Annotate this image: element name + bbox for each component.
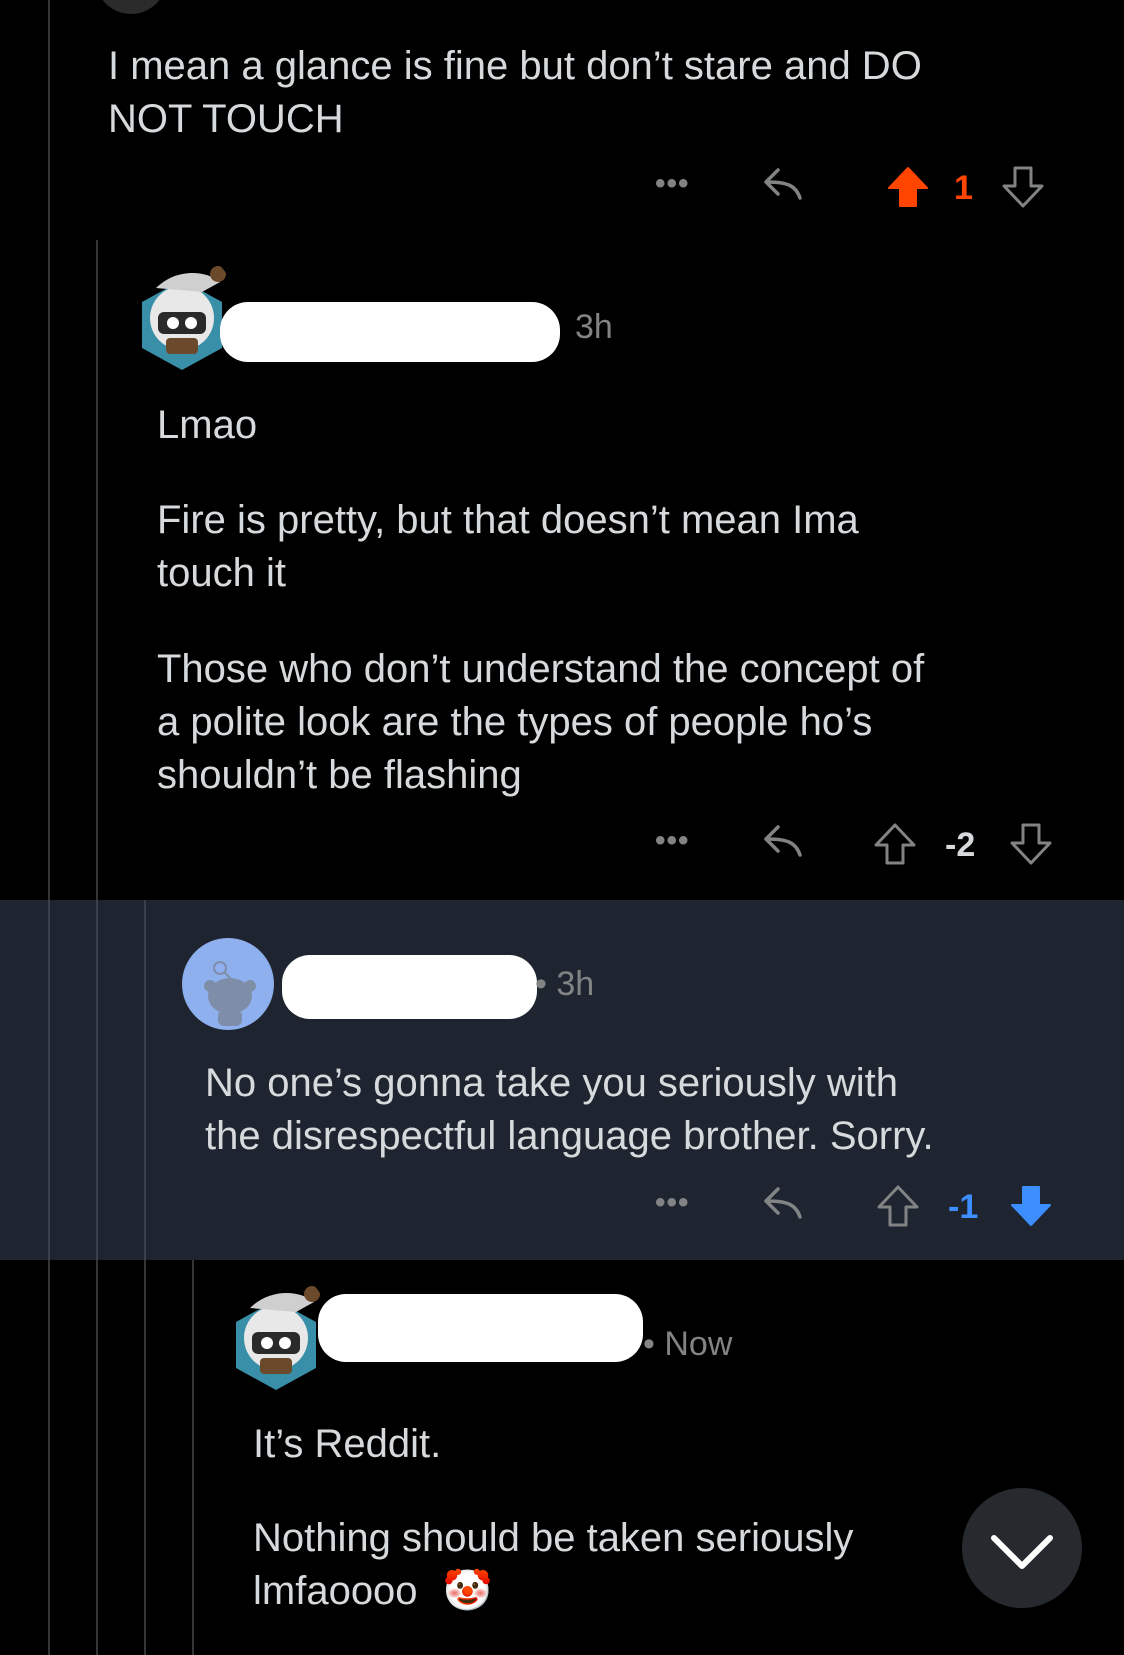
comment-body-text: lmfaoooo bbox=[253, 1569, 418, 1613]
comment-actions: ••• -1 bbox=[650, 1177, 1070, 1237]
scroll-down-button[interactable] bbox=[962, 1488, 1082, 1608]
downvote-arrow-icon[interactable] bbox=[1008, 821, 1054, 867]
upvote-arrow-icon[interactable] bbox=[872, 821, 918, 867]
redacted-username bbox=[220, 302, 560, 362]
clown-emoji: 🤡 bbox=[442, 1569, 493, 1613]
downvote-arrow-icon[interactable] bbox=[1008, 1183, 1054, 1229]
more-options-button[interactable]: ••• bbox=[655, 815, 690, 867]
snoo-avatar-icon bbox=[204, 961, 256, 1026]
vote-score: -1 bbox=[948, 1188, 979, 1226]
avatar[interactable] bbox=[182, 938, 274, 1030]
thread-line bbox=[96, 900, 98, 1260]
comment-body-line: Nothing should be taken seriously bbox=[253, 1516, 854, 1560]
thread-line bbox=[48, 900, 50, 1260]
comment-body-line: NOT TOUCH bbox=[108, 97, 344, 141]
comment-timestamp: 3h bbox=[575, 308, 613, 346]
comment-actions: ••• -2 bbox=[650, 815, 1070, 875]
reply-icon[interactable] bbox=[760, 1185, 806, 1225]
comment-body-line: touch it bbox=[157, 551, 286, 595]
comment-timestamp: • Now bbox=[643, 1325, 733, 1363]
redacted-username bbox=[318, 1294, 643, 1362]
more-options-button[interactable]: ••• bbox=[655, 158, 690, 210]
comment-body-line: a polite look are the types of people ho… bbox=[157, 700, 873, 744]
avatar[interactable] bbox=[136, 262, 228, 372]
downvote-arrow-icon[interactable] bbox=[1000, 164, 1046, 210]
comment-body-line: Those who don’t understand the concept o… bbox=[157, 647, 925, 691]
comment-body-line: Fire is pretty, but that doesn’t mean Im… bbox=[157, 498, 859, 542]
upvote-arrow-icon[interactable] bbox=[875, 1183, 921, 1229]
team-avatar-icon bbox=[142, 266, 226, 370]
reply-icon[interactable] bbox=[760, 823, 806, 863]
vote-score: -2 bbox=[945, 826, 976, 864]
comment-body-line: Lmao bbox=[157, 403, 258, 447]
comment-body-line: It’s Reddit. bbox=[253, 1422, 442, 1466]
avatar[interactable] bbox=[95, 0, 167, 14]
chevron-down-icon bbox=[991, 1535, 1053, 1569]
more-options-button[interactable]: ••• bbox=[655, 1177, 690, 1229]
avatar[interactable] bbox=[230, 1282, 322, 1392]
comment-body-line: No one’s gonna take you seriously with bbox=[205, 1061, 899, 1105]
upvote-arrow-icon[interactable] bbox=[885, 164, 931, 210]
thread-line bbox=[144, 1260, 146, 1655]
reply-icon[interactable] bbox=[760, 166, 806, 206]
team-avatar-icon bbox=[236, 1286, 320, 1390]
thread-line bbox=[192, 1260, 194, 1655]
comment-timestamp: • 3h bbox=[535, 965, 595, 1003]
thread-line bbox=[48, 0, 50, 1655]
comment-body-line: shouldn’t be flashing bbox=[157, 753, 522, 797]
thread-line bbox=[144, 900, 146, 1260]
comment-actions: ••• 1 bbox=[650, 158, 1070, 218]
redacted-username bbox=[282, 955, 537, 1019]
comment-body-line: lmfaoooo 🤡 bbox=[253, 1565, 493, 1618]
vote-score: 1 bbox=[954, 169, 973, 207]
comment-body-line: the disrespectful language brother. Sorr… bbox=[205, 1114, 934, 1158]
comment-body-line: I mean a glance is fine but don’t stare … bbox=[108, 44, 922, 88]
